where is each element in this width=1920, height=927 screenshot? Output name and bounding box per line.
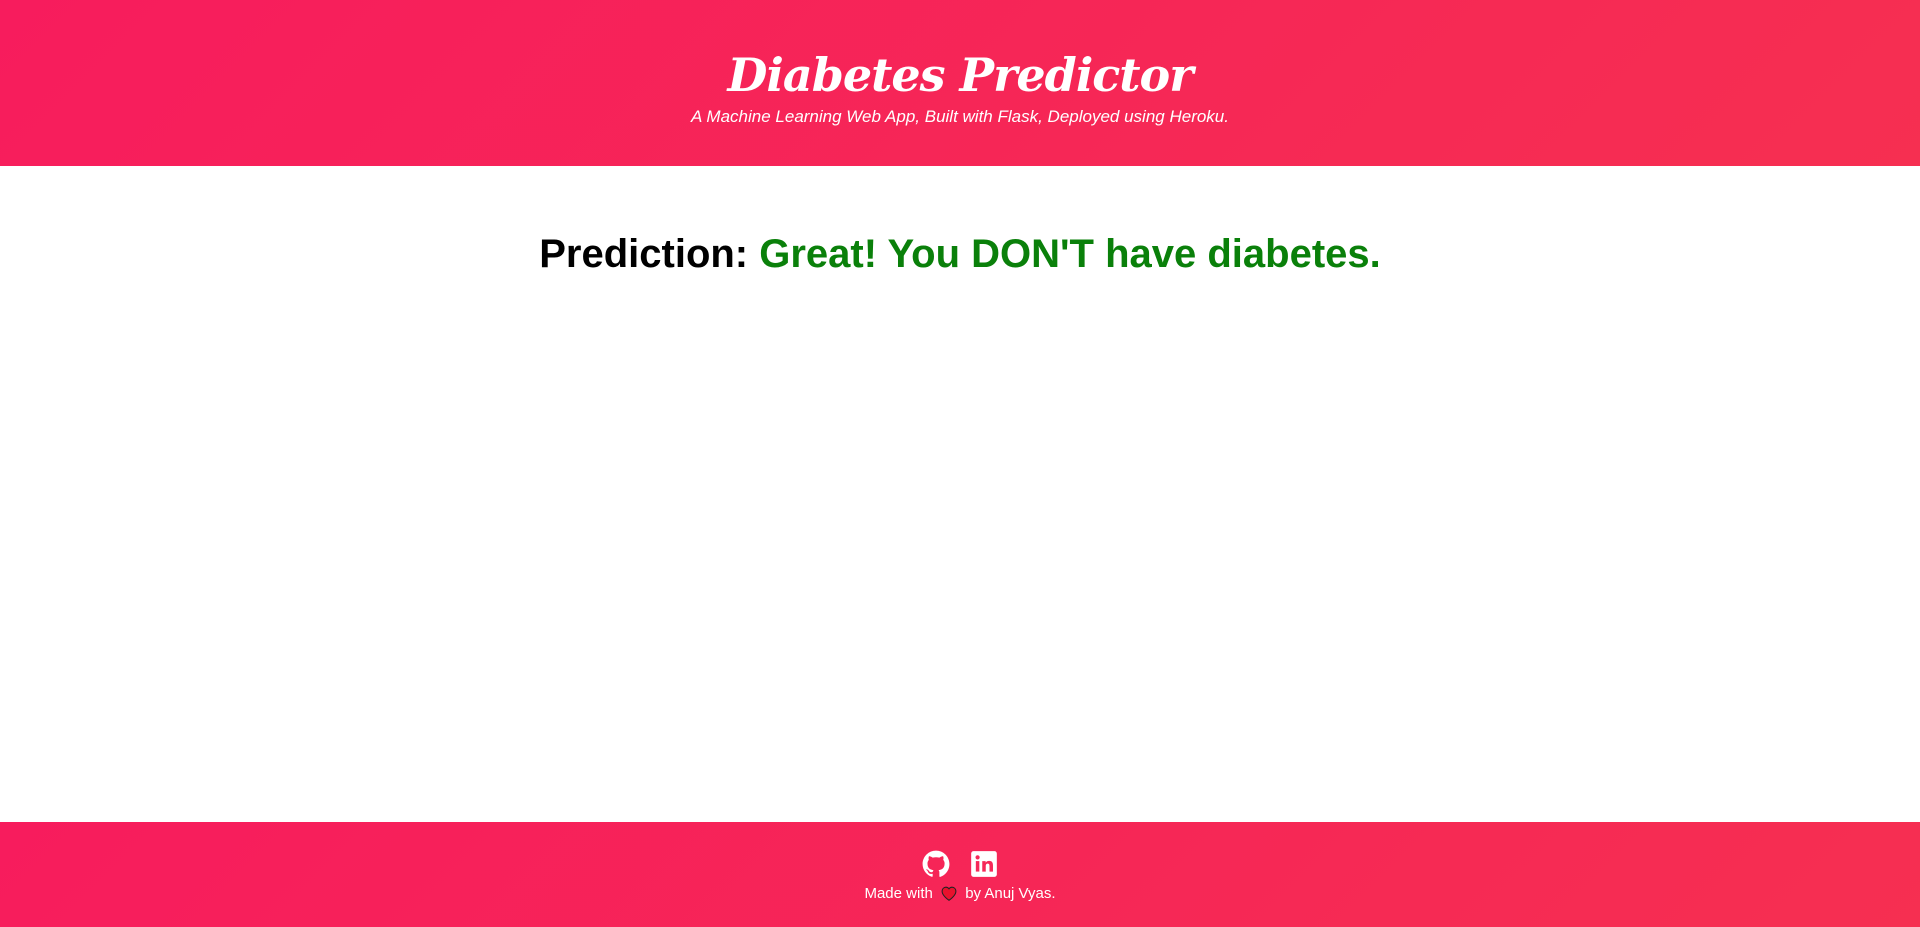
site-header: Diabetes Predictor A Machine Learning We…: [0, 0, 1920, 166]
site-subtitle: A Machine Learning Web App, Built with F…: [691, 107, 1229, 126]
github-icon: [922, 850, 950, 877]
page: Diabetes Predictor A Machine Learning We…: [0, 0, 1920, 927]
social-links: [0, 850, 1920, 878]
linkedin-link[interactable]: [970, 850, 998, 878]
heart-icon: [940, 885, 958, 906]
footer-credit: Made with by Anuj Vyas.: [0, 885, 1920, 906]
linkedin-icon: [971, 851, 997, 877]
site-footer: Made with by Anuj Vyas.: [0, 822, 1920, 927]
credit-suffix: by Anuj Vyas.: [965, 885, 1056, 902]
github-link[interactable]: [922, 850, 950, 878]
prediction-result: Great! You DON'T have diabetes.: [759, 232, 1381, 276]
prediction-heading: Prediction: Great! You DON'T have diabet…: [0, 229, 1920, 279]
credit-prefix: Made with: [864, 885, 933, 902]
prediction-label: Prediction:: [539, 232, 749, 276]
site-title: Diabetes Predictor: [727, 48, 1194, 102]
main-content: Prediction: Great! You DON'T have diabet…: [0, 166, 1920, 822]
